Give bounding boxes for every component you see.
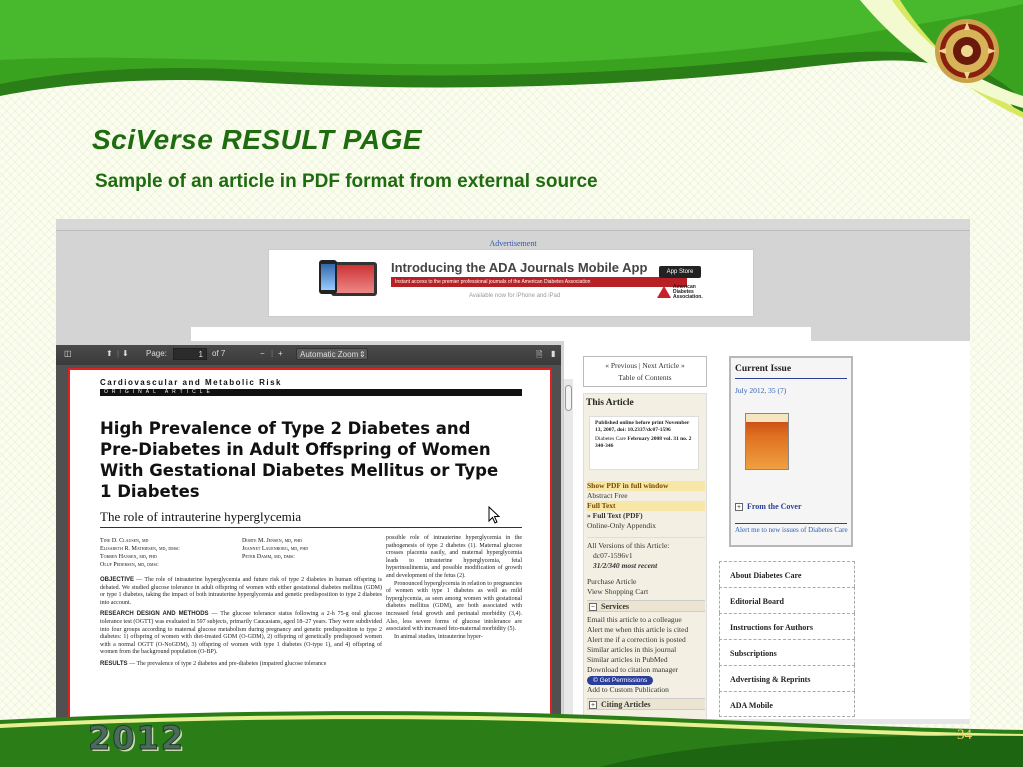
service-citation-manager[interactable]: Download to citation manager xyxy=(587,665,705,675)
toolbar-separator: | xyxy=(117,349,120,358)
page-total: of 7 xyxy=(212,349,226,358)
article-subtitle: The role of intrauterine hyperglycemia xyxy=(100,509,302,524)
current-issue-date[interactable]: July 2012, 35 (7) xyxy=(735,386,786,395)
open-file-icon[interactable]: 🗎 xyxy=(536,349,542,363)
ad-label: Advertisement xyxy=(489,239,537,248)
pdf-viewer: ◫ ⬆ | ⬇ Page: 1 of 7 − | + Automatic Zoo… xyxy=(56,345,561,724)
sidebar-toggle-icon[interactable]: ◫ xyxy=(64,349,72,358)
zoom-select[interactable]: Automatic Zoom ⇕ xyxy=(296,348,368,360)
service-email[interactable]: Email this article to a colleague xyxy=(587,615,705,625)
service-alert-cited[interactable]: Alert me when this article is cited xyxy=(587,625,705,635)
service-alert-correction[interactable]: Alert me if a correction is posted xyxy=(587,635,705,645)
show-pdf-link[interactable]: Show PDF in full window xyxy=(587,481,705,491)
authors-col-1: Tine D. Clausen, md Elisabeth R. Mathies… xyxy=(100,538,180,568)
next-page-icon[interactable]: ⬇ xyxy=(122,349,129,358)
full-text-pdf-link[interactable]: » Full Text (PDF) xyxy=(587,511,705,521)
browser-topbar xyxy=(56,219,970,231)
pdf-scrollbar[interactable] xyxy=(563,379,573,724)
bookmark-icon[interactable]: ▮ xyxy=(551,349,555,358)
toc-link[interactable]: Table of Contents xyxy=(584,372,706,384)
this-article-heading: This Article xyxy=(586,398,634,408)
header-wave xyxy=(0,0,1023,118)
pdf-page: Cardiovascular and Metabolic Risk ORIGIN… xyxy=(68,368,552,721)
version-link-2[interactable]: 31/2/340 most recent xyxy=(587,561,705,571)
article-navigation: « Previous | Next Article » Table of Con… xyxy=(583,356,707,387)
mouse-cursor-icon xyxy=(488,506,500,524)
page-strip xyxy=(191,327,811,341)
page-label: Page: xyxy=(146,349,167,358)
zoom-in-button[interactable]: + xyxy=(278,349,283,358)
year-label: 2012 xyxy=(87,719,186,758)
pdf-toolbar: ◫ ⬆ | ⬇ Page: 1 of 7 − | + Automatic Zoo… xyxy=(56,345,561,365)
service-similar-journal[interactable]: Similar articles in this journal xyxy=(587,645,705,655)
versions-label: All Versions of this Article: xyxy=(587,537,705,551)
service-similar-pubmed[interactable]: Similar articles in PubMed xyxy=(587,655,705,665)
abstract-text: OBJECTIVE — The role of intrauterine hyp… xyxy=(100,577,383,667)
from-the-cover-toggle[interactable]: + From the Cover xyxy=(735,502,802,511)
abstract-link[interactable]: Abstract Free xyxy=(587,491,705,501)
expand-icon: + xyxy=(735,503,743,511)
prev-next-links[interactable]: « Previous | Next Article » xyxy=(584,360,706,372)
ad-banner[interactable]: Introducing the ADA Journals Mobile App … xyxy=(268,249,754,317)
publication-info: Published online before print November 1… xyxy=(589,416,699,470)
advertising-link[interactable]: Advertising & Reprints xyxy=(719,665,855,691)
instructions-link[interactable]: Instructions for Authors xyxy=(719,613,855,639)
authors-col-2: Dorte M. Jensen, md, phd Jeannet Lauenbo… xyxy=(242,538,309,560)
version-link-1[interactable]: dc07-1596v1 xyxy=(587,551,705,561)
get-permissions-button[interactable]: © Get Permissions xyxy=(587,676,654,685)
toolbar-separator: | xyxy=(271,349,274,358)
page-number-input[interactable]: 1 xyxy=(173,348,207,360)
services-toggle[interactable]: − Services xyxy=(587,600,705,612)
ad-tagline: Instant access to the premier profession… xyxy=(391,277,687,287)
slide-page-number: 34 xyxy=(957,727,972,743)
current-issue-panel: Current Issue July 2012, 35 (7) + From th… xyxy=(729,356,853,547)
browser-screenshot: Advertisement Introducing the ADA Journa… xyxy=(56,219,970,724)
about-link[interactable]: About Diabetes Care xyxy=(719,561,855,587)
collapse-icon: − xyxy=(589,603,597,611)
subscriptions-link[interactable]: Subscriptions xyxy=(719,639,855,665)
this-article-panel: This Article Published online before pri… xyxy=(583,393,707,724)
issue-alert-link[interactable]: Alert me to new issues of Diabetes Care xyxy=(735,526,849,535)
purchase-link[interactable]: Purchase Article xyxy=(587,577,705,587)
appendix-link[interactable]: Online-Only Appendix xyxy=(587,521,705,531)
prev-page-icon[interactable]: ⬆ xyxy=(106,349,113,358)
zoom-out-button[interactable]: − xyxy=(260,349,265,358)
editorial-board-link[interactable]: Editorial Board xyxy=(719,587,855,613)
select-arrows-icon: ⇕ xyxy=(359,350,366,359)
slide-subtitle: Sample of an article in PDF format from … xyxy=(95,171,598,192)
app-store-badge[interactable]: App Store xyxy=(659,266,701,278)
slide-title: SciVerse RESULT PAGE xyxy=(92,124,423,155)
university-seal-logo xyxy=(935,19,999,83)
article-links: Show PDF in full window Abstract Free Fu… xyxy=(587,465,705,713)
current-issue-heading: Current Issue xyxy=(735,364,792,374)
zoom-value: Automatic Zoom xyxy=(300,350,359,359)
ada-logo: American Diabetes Association. xyxy=(657,284,705,302)
journal-section: Cardiovascular and Metabolic Risk xyxy=(100,378,282,387)
title-rule xyxy=(100,527,522,528)
ad-headline: Introducing the ADA Journals Mobile App xyxy=(391,260,648,275)
intro-text: possible role of intrauterine hyperglyce… xyxy=(386,535,523,640)
article-title: High Prevalence of Type 2 Diabetes and P… xyxy=(100,419,499,501)
tablet-image xyxy=(331,262,377,296)
full-text-link[interactable]: Full Text xyxy=(587,501,705,511)
phone-image xyxy=(319,260,337,294)
ad-availability: Available now for iPhone and iPad xyxy=(469,293,561,299)
journal-cover-image[interactable] xyxy=(745,413,789,470)
article-type-bar: ORIGINAL ARTICLE xyxy=(100,389,522,396)
cart-link[interactable]: View Shopping Cart xyxy=(587,587,705,597)
